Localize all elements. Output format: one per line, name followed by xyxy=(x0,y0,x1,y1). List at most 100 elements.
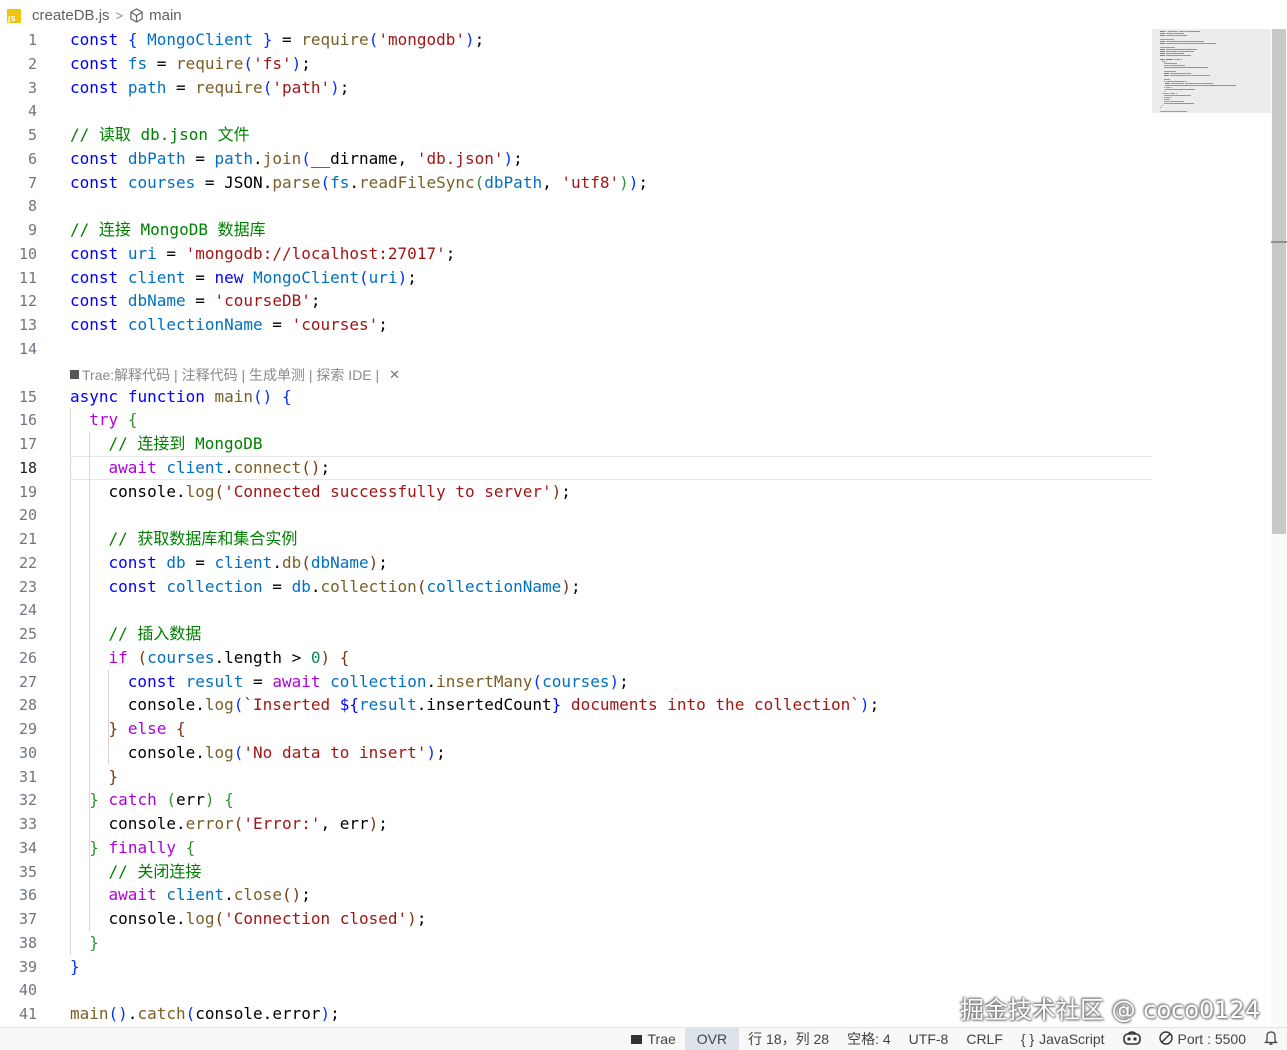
code-token: = xyxy=(147,53,176,73)
code-line[interactable]: 7 const courses = JSON.parse(fs.readFileS… xyxy=(0,171,1150,195)
code-token: ( xyxy=(166,790,176,810)
code-line[interactable]: 29 } else { xyxy=(0,717,1150,741)
minimap-token xyxy=(1203,41,1204,42)
code-token: log xyxy=(185,481,215,501)
minimap-token xyxy=(1199,31,1200,32)
code-line[interactable]: 16 try { xyxy=(0,408,1150,432)
code-line[interactable]: 1 const { MongoClient } = require('mongod… xyxy=(0,28,1150,52)
code-line[interactable]: 37 console.log('Connection closed'); xyxy=(0,907,1150,931)
code-token: uri xyxy=(368,267,398,287)
codelens-action[interactable]: 生成单测 xyxy=(249,363,305,387)
status-cursor-position[interactable]: 行 18，列 28 xyxy=(739,1028,838,1050)
code-line[interactable]: 3 const path = require('path'); xyxy=(0,76,1150,100)
code-token: = xyxy=(262,315,292,334)
code-line[interactable]: 18 await client.connect(); xyxy=(0,455,1152,480)
status-language[interactable]: { } JavaScript xyxy=(1012,1028,1114,1050)
code-line[interactable]: 13 const collectionName = 'courses'; xyxy=(0,313,1150,337)
code-token: ( xyxy=(233,814,244,833)
code-line[interactable]: 30 console.log('No data to insert'); xyxy=(0,741,1150,765)
scrollbar-thumb[interactable] xyxy=(1272,29,1286,534)
code-line[interactable]: 4 xyxy=(0,99,1150,123)
minimap-token xyxy=(1165,83,1170,84)
minimap-token xyxy=(1235,85,1236,86)
code-line[interactable]: 24 xyxy=(0,598,1150,622)
code-text: // 连接 MongoDB 数据库 xyxy=(70,218,266,242)
code-line[interactable]: 33 console.error('Error:', err); xyxy=(0,812,1150,836)
code-token: const xyxy=(70,53,119,73)
code-line[interactable]: 25 // 插入数据 xyxy=(0,622,1150,646)
code-token: . xyxy=(426,671,437,691)
code-line[interactable]: 20 xyxy=(0,503,1150,527)
breadcrumb-file[interactable]: createDB.js xyxy=(32,7,110,24)
codelens-action[interactable]: 解释代码 xyxy=(114,363,170,387)
code-line[interactable]: 21 // 获取数据库和集合实例 xyxy=(0,527,1150,551)
status-bar: Trae OVR 行 18，列 28 空格: 4 UTF-8 CRLF { } … xyxy=(0,1027,1287,1050)
code-line[interactable]: 17 // 连接到 MongoDB xyxy=(0,432,1150,456)
status-live-server-port[interactable]: Port : 5500 xyxy=(1150,1028,1256,1050)
code-line[interactable]: 2 const fs = require('fs'); xyxy=(0,52,1150,76)
code-token: ; xyxy=(378,814,388,833)
code-token: courses xyxy=(147,647,215,667)
code-line[interactable]: 19 console.log('Connected successfully t… xyxy=(0,480,1150,504)
code-token: ; xyxy=(320,457,331,477)
code-token: fs xyxy=(127,53,148,73)
code-text: } xyxy=(70,765,119,789)
codelens-action[interactable]: 探索 IDE xyxy=(316,363,371,387)
code-line[interactable]: 34 } finally { xyxy=(0,836,1150,860)
line-number: 9 xyxy=(27,221,37,239)
code-line[interactable]: 5 // 读取 db.json 文件 xyxy=(0,123,1150,147)
minimap-token xyxy=(1190,73,1191,74)
code-token: collectionName xyxy=(127,315,263,334)
close-icon[interactable]: ✕ xyxy=(389,363,400,387)
code-token: readFileSync xyxy=(359,172,475,192)
code-line[interactable]: 26 if (courses.length > 0) { xyxy=(0,646,1150,670)
code-line[interactable]: 39} xyxy=(0,955,1150,979)
status-copilot[interactable] xyxy=(1114,1028,1150,1050)
code-token: ( xyxy=(359,267,369,287)
vertical-scrollbar[interactable] xyxy=(1271,29,1287,1027)
status-overwrite-mode[interactable]: OVR xyxy=(684,1028,740,1050)
breadcrumb-symbol[interactable]: main xyxy=(149,7,182,24)
code-token: = xyxy=(272,30,302,49)
code-line[interactable]: 15 async function main() { xyxy=(0,385,1150,409)
status-eol[interactable]: CRLF xyxy=(957,1028,1012,1050)
code-line[interactable]: 32 } catch (err) { xyxy=(0,788,1150,812)
code-editor[interactable]: 1 const { MongoClient } = require('mongod… xyxy=(0,28,1152,1027)
code-line[interactable]: 6 const dbPath = path.join(__dirname, 'db… xyxy=(0,147,1150,171)
code-token: ; xyxy=(330,1004,340,1023)
code-token: ( xyxy=(243,53,254,73)
code-line[interactable]: 27 const result = await collection.inser… xyxy=(0,670,1150,694)
code-line[interactable]: 36 await client.close(); xyxy=(0,883,1150,907)
code-line[interactable]: 8 xyxy=(0,194,1150,218)
code-token: ; xyxy=(339,77,350,97)
code-line[interactable]: 35 // 关闭连接 xyxy=(0,860,1150,884)
minimap[interactable] xyxy=(1152,29,1271,113)
line-number: 17 xyxy=(18,435,37,453)
code-line[interactable]: 22 const db = client.db(dbName); xyxy=(0,551,1150,575)
code-line[interactable]: 12 const dbName = 'courseDB'; xyxy=(0,289,1150,313)
status-trae[interactable]: Trae xyxy=(622,1028,685,1050)
status-indentation[interactable]: 空格: 4 xyxy=(838,1028,900,1050)
status-port-label: Port : 5500 xyxy=(1177,1031,1247,1047)
code-token: ) xyxy=(551,481,562,501)
code-line[interactable]: 11 const client = new MongoClient(uri); xyxy=(0,266,1150,290)
codelens-action[interactable]: 注释代码 xyxy=(182,363,238,387)
code-line[interactable]: 9 // 连接 MongoDB 数据库 xyxy=(0,218,1150,242)
javascript-file-icon: JS xyxy=(7,8,21,23)
status-notifications[interactable] xyxy=(1255,1028,1287,1050)
code-token: else xyxy=(127,719,167,738)
code-line[interactable]: 10 const uri = 'mongodb://localhost:27017… xyxy=(0,242,1150,266)
code-line[interactable]: 23 const collection = db.collection(coll… xyxy=(0,575,1150,599)
code-line[interactable]: 14 xyxy=(0,337,1150,361)
status-encoding[interactable]: UTF-8 xyxy=(900,1028,958,1050)
code-line[interactable]: 38 } xyxy=(0,931,1150,955)
code-token: // 获取数据库和集合实例 xyxy=(108,529,298,548)
code-token: ( xyxy=(320,172,331,192)
code-line[interactable]: 28 console.log(`Inserted ${result.insert… xyxy=(0,693,1150,717)
minimap-token xyxy=(1162,105,1163,106)
code-line[interactable]: 31 } xyxy=(0,765,1150,789)
minimap-token xyxy=(1171,97,1172,98)
